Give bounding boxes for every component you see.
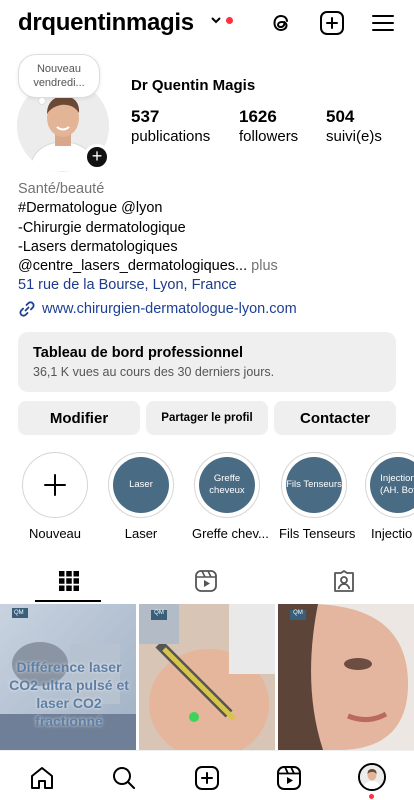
bio-address-link[interactable]: 51 rue de la Bourse, Lyon, France bbox=[18, 276, 403, 295]
active-tab-indicator bbox=[35, 600, 101, 602]
highlight-caption: Greffe chev... bbox=[192, 526, 269, 541]
notification-dot bbox=[226, 17, 233, 24]
dashboard-subtitle: 36,1 K vues au cours des 30 derniers jou… bbox=[33, 365, 275, 379]
reels-tab-icon[interactable] bbox=[194, 569, 218, 593]
plus-icon bbox=[27, 457, 83, 513]
avatar-photo bbox=[360, 765, 384, 789]
search-icon[interactable] bbox=[111, 765, 137, 791]
note-bubble-tail bbox=[38, 97, 46, 105]
post-badge: QM bbox=[290, 610, 306, 620]
highlight-cover: Injection (AH. Bot bbox=[370, 457, 414, 513]
professional-dashboard[interactable]: Tableau de bord professionnel 36,1 K vue… bbox=[18, 332, 396, 392]
profile-notification-dot bbox=[369, 794, 374, 799]
highlight-greffe[interactable]: Greffe cheveux Greffe chev... bbox=[192, 452, 269, 541]
post-badge: QM bbox=[14, 610, 24, 616]
highlight-caption: Injectio bbox=[371, 526, 413, 541]
highlight-ring: Injection (AH. Bot bbox=[365, 452, 414, 518]
share-profile-button[interactable]: Partager le profil bbox=[146, 401, 268, 435]
stat-label: followers bbox=[239, 128, 299, 145]
bio-category: Santé/beauté bbox=[18, 181, 105, 197]
bottom-navigation bbox=[0, 750, 414, 800]
note-bubble[interactable]: Nouveau vendredi... bbox=[18, 54, 100, 98]
tagged-tab-icon[interactable] bbox=[332, 569, 356, 593]
bio-more-link[interactable]: plus bbox=[247, 258, 278, 274]
highlight-caption: Laser bbox=[124, 526, 158, 541]
highlight-ring: Fils Tenseurs bbox=[281, 452, 347, 518]
highlight-cover: Greffe cheveux bbox=[199, 457, 255, 513]
add-story-button[interactable]: + bbox=[84, 144, 110, 170]
stat-value: 1626 bbox=[239, 107, 277, 126]
edit-profile-button[interactable]: Modifier bbox=[18, 401, 140, 435]
highlight-cover: Fils Tenseurs bbox=[286, 457, 342, 513]
menu-icon[interactable] bbox=[370, 10, 396, 36]
highlight-ring: Greffe cheveux bbox=[194, 452, 260, 518]
highlight-caption: Fils Tenseurs bbox=[279, 526, 356, 541]
create-post-icon[interactable] bbox=[319, 10, 345, 36]
post-overlay-text: Différence laser CO2 ultra pulsé et lase… bbox=[9, 659, 129, 729]
post-thumbnail[interactable]: QM bbox=[278, 604, 414, 750]
website-link[interactable]: www.chirurgien-dermatologue-lyon.com bbox=[18, 300, 297, 318]
contact-button[interactable]: Contacter bbox=[274, 401, 396, 435]
highlight-caption: Nouveau bbox=[28, 526, 82, 541]
stat-following[interactable]: 504 suivi(e)s bbox=[326, 107, 382, 145]
post-image bbox=[278, 604, 414, 750]
highlight-new[interactable]: Nouveau bbox=[20, 452, 90, 541]
highlight-laser[interactable]: Laser Laser bbox=[106, 452, 176, 541]
profile-full-name: Dr Quentin Magis bbox=[131, 77, 256, 94]
stat-label: suivi(e)s bbox=[326, 128, 382, 145]
bio-line: -Lasers dermatologiques bbox=[18, 238, 178, 255]
dashboard-title: Tableau de bord professionnel bbox=[33, 345, 244, 361]
home-icon[interactable] bbox=[29, 765, 55, 791]
new-post-icon[interactable] bbox=[194, 765, 220, 791]
profile-tabs bbox=[0, 563, 414, 603]
bio-line: @centre_lasers_dermatologiques... plus bbox=[18, 257, 403, 276]
post-thumbnail[interactable]: QM Différence laser CO2 ultra pulsé et l… bbox=[0, 604, 136, 750]
posts-grid: QM Différence laser CO2 ultra pulsé et l… bbox=[0, 604, 414, 750]
link-icon bbox=[19, 301, 35, 317]
highlight-ring bbox=[22, 452, 88, 518]
stat-value: 504 bbox=[326, 107, 355, 126]
post-image bbox=[139, 604, 275, 750]
username-switcher[interactable]: drquentinmagis bbox=[18, 9, 194, 37]
reels-icon[interactable] bbox=[276, 765, 302, 791]
post-thumbnail[interactable]: QM bbox=[139, 604, 275, 750]
stat-value: 537 bbox=[131, 107, 160, 126]
profile-nav-avatar[interactable] bbox=[358, 763, 386, 791]
post-badge: QM bbox=[151, 610, 167, 620]
threads-icon[interactable] bbox=[268, 10, 294, 36]
bio-line: -Chirurgie dermatologique bbox=[18, 219, 186, 236]
highlight-injection[interactable]: Injection (AH. Bot Injectio bbox=[365, 452, 414, 541]
stat-publications[interactable]: 537 publications bbox=[131, 107, 210, 145]
top-bar: drquentinmagis bbox=[0, 0, 414, 48]
grid-icon[interactable] bbox=[58, 570, 80, 592]
bio-mention[interactable]: @centre_lasers_dermatologiques... bbox=[18, 258, 247, 274]
highlight-fils[interactable]: Fils Tenseurs Fils Tenseurs bbox=[279, 452, 356, 541]
stat-label: publications bbox=[131, 128, 211, 145]
profile-bio: Santé/beauté #Dermatologue @lyon -Chirur… bbox=[18, 180, 403, 296]
stat-followers[interactable]: 1626 followers bbox=[239, 107, 298, 145]
website-url: www.chirurgien-dermatologue-lyon.com bbox=[42, 301, 297, 317]
highlight-ring: Laser bbox=[108, 452, 174, 518]
bio-line: #Dermatologue @lyon bbox=[18, 200, 163, 217]
chevron-down-icon[interactable] bbox=[210, 14, 222, 26]
highlight-cover: Laser bbox=[113, 457, 169, 513]
